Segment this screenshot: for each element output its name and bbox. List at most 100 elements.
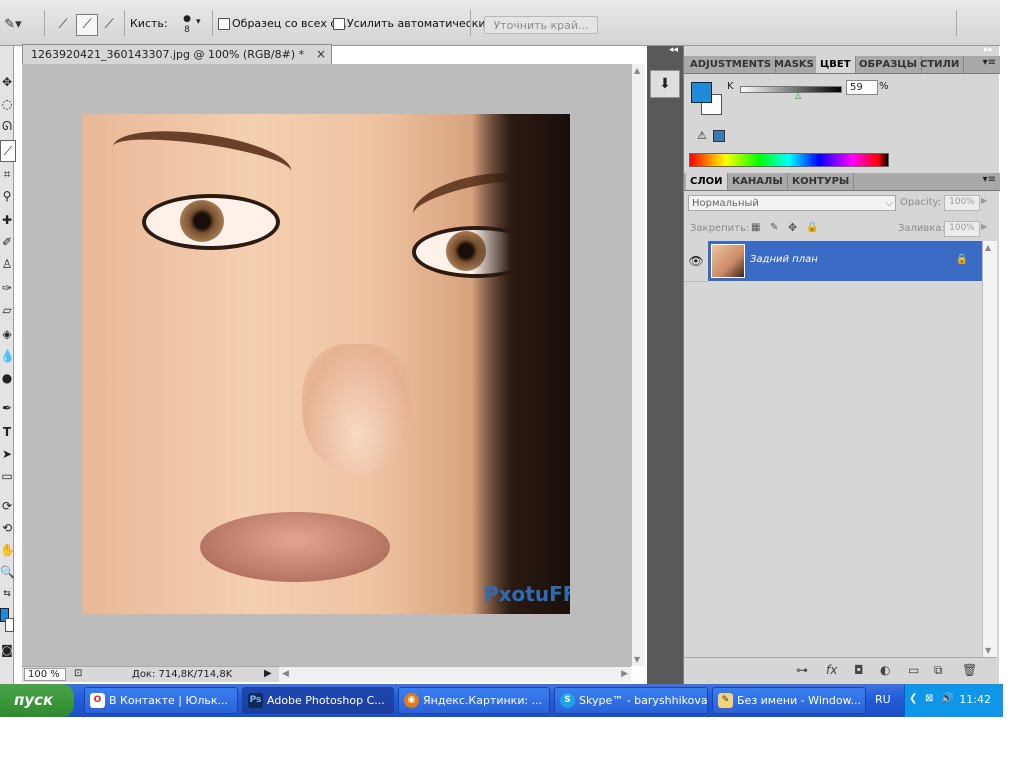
chevron-down-icon[interactable]: ▾ — [196, 17, 201, 27]
history-panel-icon[interactable]: ⬇ — [650, 70, 680, 98]
tab-paths[interactable]: КОНТУРЫ — [788, 173, 855, 190]
status-menu-icon[interactable]: ⊡ — [74, 668, 82, 679]
history-brush-tool-icon[interactable]: ✑ — [0, 278, 14, 298]
scroll-up-icon[interactable]: ▲ — [985, 243, 991, 252]
scroll-right-icon[interactable]: ▶ — [621, 669, 628, 679]
pen-tool-icon[interactable]: ✒ — [0, 398, 14, 418]
scroll-down-icon[interactable]: ▼ — [634, 655, 640, 664]
fill-arrow-icon[interactable]: ▶ — [981, 222, 987, 231]
document-image[interactable]: PxotuFF — [82, 114, 570, 614]
zoom-tool-icon[interactable]: 🔍 — [0, 562, 14, 582]
auto-enhance-checkbox[interactable] — [333, 18, 345, 30]
lock-position-icon[interactable]: ✥ — [788, 221, 797, 234]
fx-icon[interactable]: fx — [826, 663, 837, 677]
layer-visibility-eye-icon[interactable]: 👁 — [684, 241, 708, 282]
blur-tool-icon[interactable]: 💧 — [0, 346, 14, 366]
add-to-selection-icon[interactable]: ⟋ — [76, 14, 98, 36]
layer-name[interactable]: Задний план — [750, 254, 818, 265]
blend-mode-select[interactable]: Нормальный ⌵ — [688, 195, 896, 211]
status-arrow-icon[interactable]: ▶ — [264, 668, 272, 679]
brush-tool-icon[interactable]: ✐ — [0, 232, 14, 252]
sample-all-layers-checkbox[interactable] — [218, 18, 230, 30]
lasso-tool-icon[interactable]: ᘏ — [0, 116, 14, 136]
layers-scrollbar[interactable]: ▲ ▼ — [982, 241, 997, 657]
tab-swatches[interactable]: ОБРАЗЦЫ — [855, 56, 922, 73]
lock-transparent-icon[interactable]: ▦ — [751, 222, 760, 233]
adjustment-layer-icon[interactable]: ◐ — [880, 663, 890, 677]
collapse-icon[interactable]: ◂◂ — [669, 45, 678, 55]
panel-menu-icon[interactable]: ▾≡ — [983, 57, 996, 68]
tab-adjustments[interactable]: ADJUSTMENTS — [686, 56, 777, 73]
gamut-swatch[interactable] — [713, 130, 725, 142]
tab-layers[interactable]: СЛОИ — [686, 173, 728, 190]
k-slider[interactable] — [740, 86, 842, 93]
k-value-input[interactable]: 59 — [846, 80, 878, 95]
photoshop-icon: Ps — [248, 693, 263, 708]
crop-tool-icon[interactable]: ⌗ — [0, 164, 14, 184]
panel-menu-icon[interactable]: ▾≡ — [983, 174, 996, 185]
move-tool-icon[interactable]: ✥ — [0, 72, 14, 92]
subtract-from-selection-icon[interactable]: ⟋ — [98, 14, 120, 36]
taskbar-item-skype[interactable]: S Skype™ - baryshhikova — [554, 687, 708, 714]
taskbar-item-yandex[interactable]: ◉ Яндекс.Картинки: ... — [398, 687, 550, 714]
link-layers-icon[interactable]: ⊶ — [796, 663, 808, 677]
scroll-down-icon[interactable]: ▼ — [985, 646, 991, 655]
shape-tool-icon[interactable]: ▭ — [0, 466, 14, 486]
swap-colors-icon[interactable]: ⇆ — [0, 584, 14, 604]
tab-styles[interactable]: СТИЛИ — [916, 56, 965, 73]
lock-all-icon[interactable]: 🔒 — [806, 222, 818, 233]
new-selection-icon[interactable]: ⟋ — [52, 14, 74, 36]
marquee-tool-icon[interactable]: ◌ — [0, 94, 14, 114]
foreground-color[interactable] — [691, 82, 712, 103]
new-layer-icon[interactable]: ⧉ — [934, 663, 943, 678]
tab-masks[interactable]: MASKS — [770, 56, 819, 73]
fill-input[interactable]: 100% — [944, 221, 980, 237]
taskbar-item-paint[interactable]: ✎ Без имени - Window... — [712, 687, 866, 714]
tab-color[interactable]: ЦВЕТ — [816, 56, 856, 73]
language-indicator[interactable]: RU — [875, 693, 891, 706]
opacity-arrow-icon[interactable]: ▶ — [981, 196, 987, 205]
document-tab[interactable]: 1263920421_360143307.jpg @ 100% (RGB/8#)… — [22, 44, 332, 64]
tab-channels[interactable]: КАНАЛЫ — [728, 173, 788, 190]
eraser-tool-icon[interactable]: ▱ — [0, 300, 14, 320]
eye-left — [142, 194, 280, 250]
3d-rotate-tool-icon[interactable]: ⟳ — [0, 496, 14, 516]
add-mask-icon[interactable]: ◘ — [854, 663, 864, 677]
taskbar-item-photoshop[interactable]: Ps Adobe Photoshop C... — [242, 687, 394, 714]
scroll-up-icon[interactable]: ▲ — [634, 66, 640, 75]
layer-row[interactable]: Задний план 🔒 — [708, 241, 982, 281]
gamut-warning-icon[interactable]: ⚠ — [697, 129, 707, 142]
eyedropper-tool-icon[interactable]: ⚲ — [0, 186, 14, 206]
start-button[interactable]: пуск — [0, 684, 74, 717]
new-group-icon[interactable]: ▭ — [908, 663, 919, 677]
horizontal-scrollbar[interactable]: ◀ ▶ — [279, 666, 631, 682]
3d-orbit-tool-icon[interactable]: ⟲ — [0, 518, 14, 538]
quick-mask-icon[interactable]: ◙ — [0, 640, 14, 660]
opacity-input[interactable]: 100% — [944, 195, 980, 211]
quick-selection-tool-icon[interactable]: ⟋ — [0, 140, 16, 162]
scroll-left-icon[interactable]: ◀ — [282, 669, 289, 679]
dodge-tool-icon[interactable]: ● — [0, 368, 14, 388]
taskbar-item-vkontakte[interactable]: O В Контакте | Юльк... — [84, 687, 238, 714]
network-icon[interactable]: ⊠ — [925, 693, 933, 704]
tool-preset-picker[interactable]: ✎▾ — [2, 14, 24, 36]
refine-edge-button[interactable]: Уточнить край... — [484, 16, 598, 34]
volume-icon[interactable]: 🔊 — [941, 693, 953, 704]
slider-thumb-icon[interactable]: △ — [795, 91, 801, 100]
hand-tool-icon[interactable]: ✋ — [0, 540, 14, 560]
healing-brush-tool-icon[interactable]: ✚ — [0, 210, 14, 230]
zoom-field[interactable]: 100 % — [24, 668, 66, 681]
clock[interactable]: 11:42 — [959, 693, 991, 706]
close-icon[interactable]: × — [316, 47, 326, 61]
lock-image-icon[interactable]: ✎ — [770, 222, 778, 233]
background-color-swatch[interactable] — [5, 618, 14, 632]
color-spectrum-bar[interactable] — [689, 153, 889, 167]
type-tool-icon[interactable]: T — [0, 422, 14, 442]
path-selection-tool-icon[interactable]: ➤ — [0, 444, 14, 464]
clone-stamp-tool-icon[interactable]: ♙ — [0, 254, 14, 274]
gradient-tool-icon[interactable]: ◈ — [0, 324, 14, 344]
expand-icon[interactable]: ▸▸ — [984, 45, 993, 55]
vertical-scrollbar[interactable]: ▲ ▼ — [631, 64, 645, 666]
show-hidden-icons-icon[interactable]: ❮ — [909, 693, 917, 704]
trash-icon[interactable]: 🗑 — [962, 663, 977, 677]
